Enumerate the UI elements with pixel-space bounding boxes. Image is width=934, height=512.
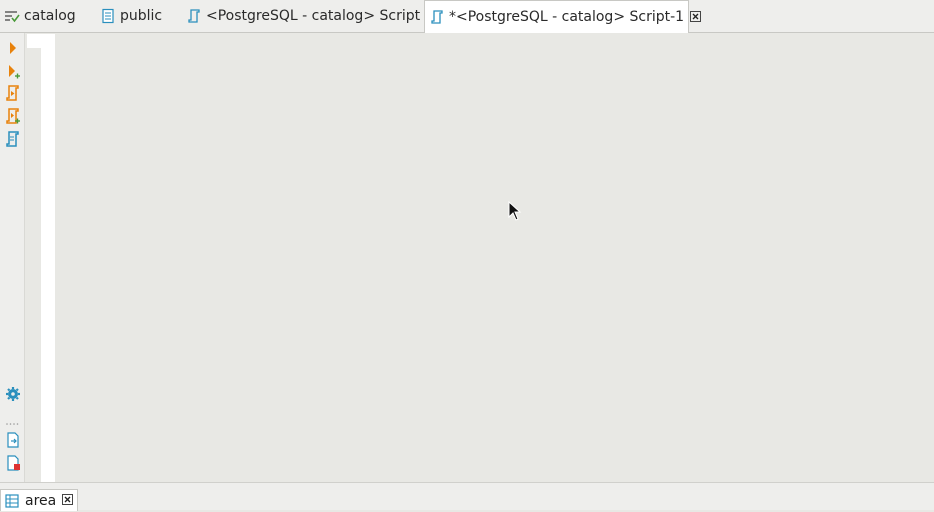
settings-button[interactable] xyxy=(4,385,22,403)
tab-label: catalog xyxy=(24,8,76,24)
settings-icon xyxy=(6,387,20,401)
script-icon xyxy=(186,8,202,24)
sql-editor-text-area[interactable] xyxy=(55,34,934,482)
editor-tab-bar: catalog public <PostgreSQL - catalog> Sc… xyxy=(0,0,934,33)
sql-editor-toolbar xyxy=(0,33,25,483)
tab-label: public xyxy=(120,8,163,24)
execute-statement-icon xyxy=(10,42,16,54)
explain-plan-icon xyxy=(6,131,19,147)
schema-icon xyxy=(100,8,116,24)
close-tab-icon[interactable] xyxy=(62,493,74,508)
close-results-icon xyxy=(7,455,20,471)
export-icon xyxy=(7,432,19,448)
line-number-gutter xyxy=(41,34,55,482)
tab-catalog[interactable]: catalog xyxy=(0,0,92,32)
script-icon xyxy=(429,9,445,25)
execute-in-new-tab-icon xyxy=(9,65,20,79)
sql-editor-icon xyxy=(4,8,20,24)
tab-label: <PostgreSQL - catalog> Script xyxy=(206,8,421,24)
tab-script-1[interactable]: *<PostgreSQL - catalog> Script-1 xyxy=(424,0,702,33)
explain-plan-button[interactable] xyxy=(4,130,22,148)
ruler-corner xyxy=(27,34,41,48)
close-tab-icon[interactable] xyxy=(690,11,702,23)
tab-label: area xyxy=(25,492,57,509)
table-icon xyxy=(5,493,19,508)
tab-script[interactable]: <PostgreSQL - catalog> Script xyxy=(182,0,420,32)
execute-script-new-tab-button[interactable] xyxy=(4,107,22,125)
execute-script-new-tab-icon xyxy=(6,108,20,124)
export-button[interactable] xyxy=(4,431,22,449)
tab-public[interactable]: public xyxy=(96,0,178,32)
tab-area[interactable]: area xyxy=(0,489,78,511)
execute-in-new-tab-button[interactable] xyxy=(4,62,22,80)
tab-label: *<PostgreSQL - catalog> Script-1 xyxy=(449,9,685,25)
execute-script-icon xyxy=(6,85,19,101)
results-panel-bar: area xyxy=(0,482,934,511)
mouse-pointer-icon xyxy=(508,200,522,221)
toolbar-separator xyxy=(6,413,20,425)
close-results-button[interactable] xyxy=(4,454,22,472)
execute-script-button[interactable] xyxy=(4,84,22,102)
execute-statement-button[interactable] xyxy=(4,39,22,57)
